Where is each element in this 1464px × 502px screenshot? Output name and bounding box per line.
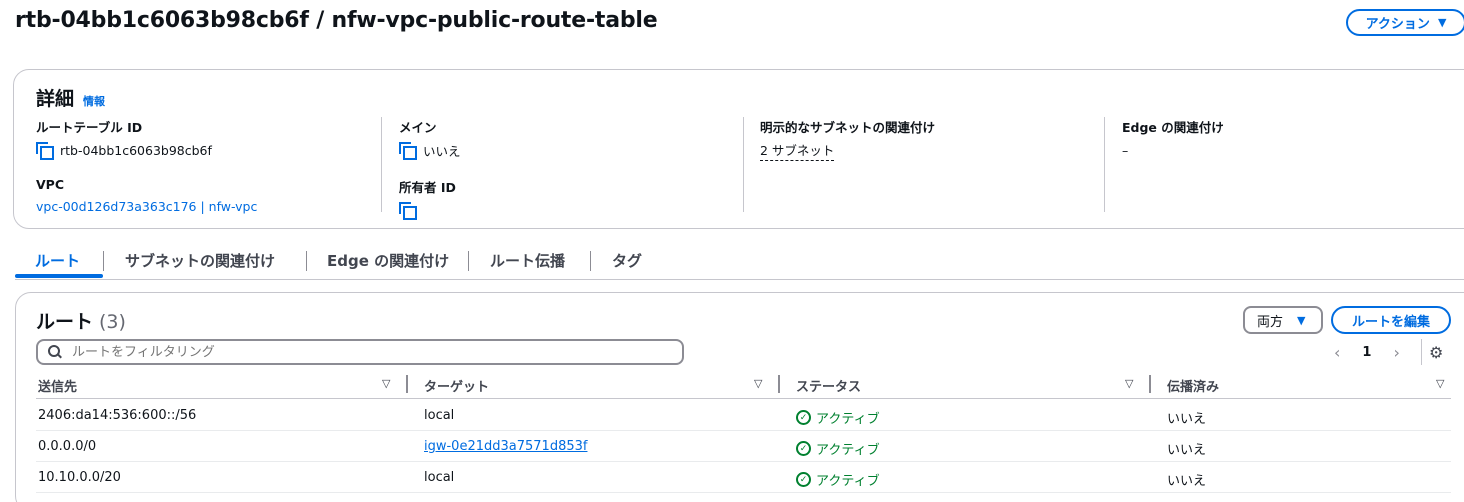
edge-association-value: – [1122, 142, 1129, 158]
details-column-1: ルートテーブル ID rtb-04bb1c6063b98cb6f VPC vpc… [36, 117, 257, 215]
copy-icon[interactable] [399, 202, 417, 220]
table-row: 10.10.0.0/20 local ✓ アクティブ いいえ [36, 462, 1451, 493]
column-divider [1104, 117, 1105, 212]
vpc-link[interactable]: vpc-00d126d73a363c176 | nfw-vpc [36, 199, 257, 214]
tab-separator [468, 251, 469, 271]
page-title: rtb-04bb1c6063b98cb6f / nfw-vpc-public-r… [15, 8, 658, 33]
column-divider [381, 117, 382, 212]
pager-separator [1421, 339, 1422, 365]
tab-separator [306, 251, 307, 271]
target-cell: local [424, 408, 455, 423]
actions-button-label: アクション [1365, 17, 1430, 32]
tab-routes[interactable]: ルート [35, 250, 80, 271]
sort-icon[interactable]: ▽ [1436, 377, 1444, 390]
table-row: 0.0.0.0/0 igw-0e21dd3a7571d853f ✓ アクティブ … [36, 431, 1451, 462]
column-resizer[interactable] [1149, 375, 1151, 393]
routes-title-text: ルート [36, 311, 94, 333]
check-circle-icon: ✓ [796, 441, 811, 456]
table-row: 2406:da14:536:600::/56 local ✓ アクティブ いいえ [36, 400, 1451, 431]
tab-route-propagation[interactable]: ルート伝播 [490, 250, 565, 271]
direction-select-value: 両方 [1257, 314, 1284, 330]
column-header-status[interactable]: ステータス [796, 376, 861, 395]
actions-button[interactable]: アクション ▼ [1346, 9, 1464, 36]
sort-icon[interactable]: ▽ [382, 377, 390, 390]
propagated-cell: いいえ [1167, 443, 1207, 458]
check-circle-icon: ✓ [796, 410, 811, 425]
chevron-right-icon[interactable]: › [1393, 343, 1399, 362]
details-column-3: 明示的なサブネットの関連付け 2 サブネット [760, 117, 936, 161]
destination-cell: 10.10.0.0/20 [38, 470, 121, 485]
route-table-id-text: rtb-04bb1c6063b98cb6f [60, 142, 212, 158]
search-icon [48, 345, 62, 359]
target-cell: local [424, 470, 455, 485]
sort-icon[interactable]: ▽ [754, 377, 762, 390]
settings-icon[interactable]: ⚙ [1429, 343, 1443, 362]
explicit-subnet-label: 明示的なサブネットの関連付け [760, 120, 936, 135]
chevron-left-icon[interactable]: ‹ [1334, 343, 1340, 362]
destination-cell: 2406:da14:536:600::/56 [38, 408, 197, 423]
edit-routes-button[interactable]: ルートを編集 [1331, 306, 1451, 334]
details-column-4: Edge の関連付け – [1122, 117, 1224, 159]
explicit-subnet-link[interactable]: 2 サブネット [760, 140, 835, 161]
active-tab-indicator [15, 274, 103, 278]
destination-cell: 0.0.0.0/0 [38, 439, 97, 454]
tab-separator [103, 251, 104, 271]
table-header: 送信先 ▽ ターゲット ▽ ステータス ▽ 伝播済み ▽ [36, 371, 1451, 399]
details-column-2: メイン いいえ 所有者 ID [399, 117, 461, 220]
details-header: 詳細 情報 [36, 84, 105, 111]
column-resizer[interactable] [406, 375, 408, 393]
status-cell: ✓ アクティブ [796, 470, 880, 489]
tab-separator [590, 251, 591, 271]
check-circle-icon: ✓ [796, 472, 811, 487]
vpc-label: VPC [36, 177, 65, 192]
status-text: アクティブ [816, 412, 880, 427]
page-number[interactable]: 1 [1362, 345, 1371, 360]
route-filter[interactable] [36, 339, 684, 365]
copy-icon[interactable] [36, 142, 54, 160]
column-header-target[interactable]: ターゲット [424, 376, 489, 395]
caret-down-icon: ▼ [1297, 313, 1306, 327]
propagated-cell: いいえ [1167, 474, 1207, 489]
caret-down-icon: ▼ [1437, 16, 1447, 29]
tab-edge-associations[interactable]: Edge の関連付け [327, 250, 449, 271]
details-panel: 詳細 情報 ルートテーブル ID rtb-04bb1c6063b98cb6f V… [13, 69, 1464, 229]
column-header-propagated[interactable]: 伝播済み [1167, 376, 1219, 395]
column-resizer[interactable] [778, 375, 780, 393]
owner-id-label: 所有者 ID [399, 180, 456, 195]
direction-select[interactable]: 両方 ▼ [1243, 306, 1323, 334]
main-value: いいえ [399, 141, 461, 160]
routes-count: (3) [99, 311, 126, 333]
explicit-subnet-value: 2 サブネット [760, 140, 935, 161]
route-table-id-value: rtb-04bb1c6063b98cb6f [36, 141, 257, 160]
propagated-cell: いいえ [1167, 412, 1207, 427]
status-text: アクティブ [816, 474, 880, 489]
routes-title: ルート (3) [36, 307, 126, 334]
status-cell: ✓ アクティブ [796, 439, 880, 458]
target-link[interactable]: igw-0e21dd3a7571d853f [424, 439, 587, 454]
routes-panel: ルート(3) 両方 ▼ ルートを編集 ‹ 1 › ⚙ 送信先 ▽ ターゲット ▽… [15, 292, 1464, 502]
info-link[interactable]: 情報 [83, 93, 105, 109]
copy-icon[interactable] [399, 142, 417, 160]
status-cell: ✓ アクティブ [796, 408, 880, 427]
column-divider [743, 117, 744, 212]
tab-tags[interactable]: タグ [612, 250, 642, 271]
route-table-id-label: ルートテーブル ID [36, 120, 143, 135]
details-title: 詳細 [36, 88, 75, 110]
tab-bar: ルート サブネットの関連付け Edge の関連付け ルート伝播 タグ [15, 240, 1464, 280]
vpc-value: vpc-00d126d73a363c176 | nfw-vpc [36, 197, 257, 215]
route-filter-input[interactable] [72, 344, 652, 360]
edge-association-label: Edge の関連付け [1122, 120, 1224, 135]
sort-icon[interactable]: ▽ [1125, 377, 1133, 390]
main-text: いいえ [423, 143, 461, 159]
owner-id-value [399, 201, 461, 220]
main-label: メイン [399, 120, 437, 135]
tab-subnet-associations[interactable]: サブネットの関連付け [125, 250, 275, 271]
target-cell: igw-0e21dd3a7571d853f [424, 439, 587, 454]
column-header-destination[interactable]: 送信先 [38, 376, 77, 395]
status-text: アクティブ [816, 443, 880, 458]
pagination: ‹ 1 › [1334, 343, 1400, 362]
